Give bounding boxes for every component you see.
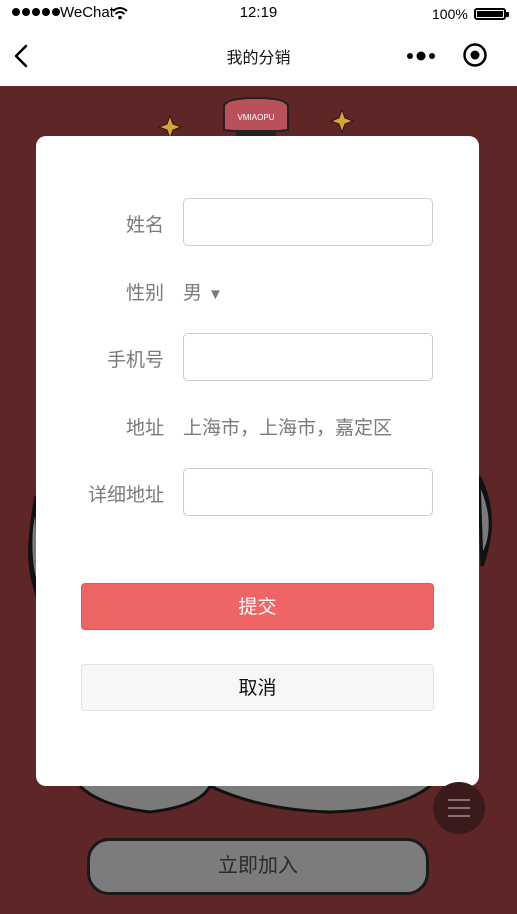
- gender-select[interactable]: 男 ▼: [183, 278, 223, 305]
- sparkle-icon: [157, 114, 183, 140]
- address-label: 地址: [125, 418, 164, 439]
- status-bar: WeChat 12:19 100%: [0, 0, 517, 28]
- gender-label: 性别: [125, 283, 164, 304]
- battery-percentage: 100%: [432, 6, 468, 22]
- page-title: 我的分销: [226, 50, 291, 67]
- distribution-signup-dialog: 姓名 性别 男 ▼ 手机号 地址 上海市，上海市，嘉定区 详细地址 提交 取消: [36, 136, 479, 786]
- menu-icon: [448, 799, 470, 801]
- join-now-button[interactable]: 立即加入: [87, 838, 429, 895]
- address-picker[interactable]: 上海市，上海市，嘉定区: [183, 413, 392, 440]
- gender-selected-value: 男: [183, 283, 203, 304]
- phone-input[interactable]: [183, 333, 433, 381]
- more-options-icon[interactable]: [404, 48, 438, 64]
- phone-label: 手机号: [106, 350, 164, 371]
- close-miniprogram-icon[interactable]: [462, 42, 488, 68]
- character-feet-outline: [78, 784, 212, 814]
- brand-logo-text: VMIAOPU: [238, 113, 275, 122]
- dropdown-triangle-icon: ▼: [208, 286, 223, 303]
- name-input[interactable]: [183, 198, 433, 246]
- sparkle-icon: [329, 108, 355, 134]
- cancel-button[interactable]: 取消: [81, 664, 434, 711]
- address-row: 地址 上海市，上海市，嘉定区: [36, 401, 479, 449]
- battery-icon: [474, 8, 509, 20]
- floating-menu-button[interactable]: [433, 782, 485, 834]
- name-row: 姓名: [36, 198, 479, 246]
- submit-button[interactable]: 提交: [81, 583, 434, 630]
- phone-row: 手机号: [36, 333, 479, 381]
- brand-logo: VMIAOPU: [223, 96, 289, 138]
- detail-address-row: 详细地址: [36, 468, 479, 516]
- name-label: 姓名: [125, 215, 164, 236]
- detail-address-input[interactable]: [183, 468, 433, 516]
- navigation-bar: 我的分销: [0, 28, 517, 86]
- gender-row: 性别 男 ▼: [36, 266, 479, 314]
- detail-address-label: 详细地址: [87, 485, 164, 506]
